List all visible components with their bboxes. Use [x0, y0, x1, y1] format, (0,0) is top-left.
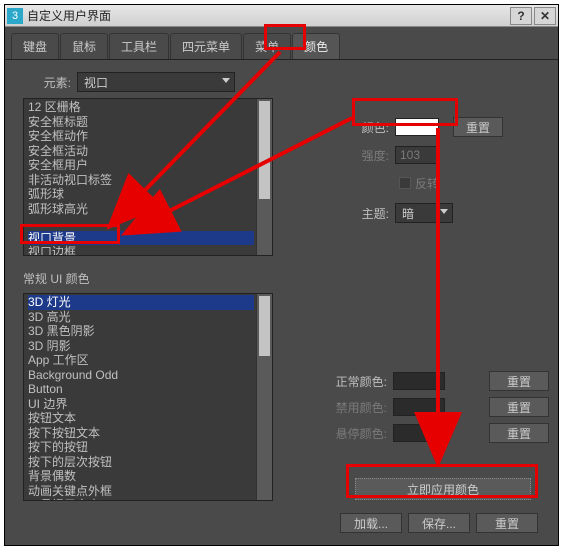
- theme-label: 主题:: [339, 205, 395, 222]
- list-item[interactable]: [28, 216, 254, 231]
- general-colors-label: 常规 UI 颜色: [23, 270, 540, 287]
- reset-button[interactable]: 重置: [476, 513, 538, 533]
- customize-ui-window: 3 自定义用户界面 ? ✕ 键盘 鼠标 工具栏 四元菜单 菜单 颜色 元素: 视…: [4, 4, 559, 546]
- app-icon: 3: [7, 8, 23, 24]
- elements-label: 元素:: [37, 74, 77, 91]
- color-label: 颜色:: [339, 119, 395, 136]
- theme-value: 暗: [402, 205, 414, 222]
- color-swatch[interactable]: [395, 118, 439, 136]
- list-item[interactable]: 安全框标题: [28, 115, 254, 130]
- tab-keyboard[interactable]: 键盘: [11, 33, 59, 59]
- list-item[interactable]: 按下的层次按钮: [28, 455, 254, 470]
- close-button[interactable]: ✕: [534, 7, 556, 25]
- list-item[interactable]: Button: [28, 382, 254, 397]
- hover-color-label: 悬停颜色:: [325, 425, 387, 442]
- tab-quadmenu[interactable]: 四元菜单: [170, 33, 242, 59]
- invert-label: 反转: [415, 175, 439, 192]
- help-button[interactable]: ?: [510, 7, 532, 25]
- disabled-color-label: 禁用颜色:: [325, 399, 387, 416]
- list-item[interactable]: 按钮文本: [28, 411, 254, 426]
- checkbox-icon: [399, 177, 411, 189]
- tab-toolbar[interactable]: 工具栏: [109, 33, 169, 59]
- list-item[interactable]: 弧形球: [28, 187, 254, 202]
- list-item[interactable]: 背景偶数: [28, 469, 254, 484]
- tab-bar: 键盘 鼠标 工具栏 四元菜单 菜单 颜色: [5, 27, 558, 60]
- normal-color-swatch[interactable]: [393, 372, 445, 390]
- list-item[interactable]: 动画关键点外框: [28, 484, 254, 499]
- scrollbar[interactable]: [256, 294, 272, 500]
- apply-colors-button[interactable]: 立即应用颜色: [355, 478, 531, 500]
- list-item[interactable]: 12 区栅格: [28, 100, 254, 115]
- color-reset-button[interactable]: 重置: [453, 117, 503, 137]
- intensity-spinner[interactable]: 103: [395, 146, 439, 164]
- tab-colors[interactable]: 颜色: [292, 33, 340, 59]
- normal-reset-button[interactable]: 重置: [489, 371, 549, 391]
- titlebar: 3 自定义用户界面 ? ✕: [5, 5, 558, 27]
- window-title: 自定义用户界面: [27, 7, 508, 24]
- list-item[interactable]: 按下按钮文本: [28, 426, 254, 441]
- save-button[interactable]: 保存...: [408, 513, 470, 533]
- list-item[interactable]: 非活动视口标签: [28, 173, 254, 188]
- theme-select[interactable]: 暗: [395, 203, 453, 223]
- tab-mouse[interactable]: 鼠标: [60, 33, 108, 59]
- invert-checkbox[interactable]: 反转: [399, 175, 439, 192]
- list-item[interactable]: 视口边框: [28, 245, 254, 256]
- general-colors-listbox[interactable]: 3D 灯光3D 高光3D 黑色阴影3D 阴影App 工作区Background …: [23, 293, 273, 501]
- list-item[interactable]: 安全框用户: [28, 158, 254, 173]
- scrollbar-thumb[interactable]: [259, 296, 270, 356]
- elements-select[interactable]: 视口: [77, 72, 235, 92]
- list-item[interactable]: 3D 灯光: [28, 295, 254, 310]
- elements-listbox[interactable]: 12 区栅格安全框标题安全框动作安全框活动安全框用户非活动视口标签弧形球弧形球高…: [23, 98, 273, 256]
- list-item[interactable]: 工具提示文本: [28, 498, 254, 501]
- elements-select-value: 视口: [84, 74, 108, 91]
- list-item[interactable]: App 工作区: [28, 353, 254, 368]
- intensity-label: 强度:: [339, 147, 395, 164]
- disabled-color-swatch[interactable]: [393, 398, 445, 416]
- list-item[interactable]: 3D 高光: [28, 310, 254, 325]
- tab-menu[interactable]: 菜单: [243, 33, 291, 59]
- list-item[interactable]: 3D 黑色阴影: [28, 324, 254, 339]
- list-item[interactable]: 弧形球高光: [28, 202, 254, 217]
- color-controls: 颜色: 重置 强度: 103 反转 主题: 暗: [339, 116, 549, 230]
- list-item[interactable]: 视口背景: [28, 231, 254, 246]
- load-button[interactable]: 加载...: [340, 513, 402, 533]
- list-item[interactable]: 按下的按钮: [28, 440, 254, 455]
- normal-color-label: 正常颜色:: [325, 373, 387, 390]
- chevron-down-icon: [440, 209, 448, 214]
- hover-reset-button[interactable]: 重置: [489, 423, 549, 443]
- bottom-buttons: 加载... 保存... 重置: [340, 513, 538, 533]
- content-area: 元素: 视口 12 区栅格安全框标题安全框动作安全框活动安全框用户非活动视口标签…: [5, 60, 558, 545]
- list-item[interactable]: 3D 阴影: [28, 339, 254, 354]
- list-item[interactable]: Background Odd: [28, 368, 254, 383]
- chevron-down-icon: [222, 78, 230, 83]
- hover-color-swatch[interactable]: [393, 424, 445, 442]
- list-item[interactable]: UI 边界: [28, 397, 254, 412]
- color-state-controls: 正常颜色: 重置 禁用颜色: 重置 悬停颜色: 重置: [325, 370, 549, 448]
- list-item[interactable]: 安全框活动: [28, 144, 254, 159]
- disabled-reset-button[interactable]: 重置: [489, 397, 549, 417]
- scrollbar[interactable]: [256, 99, 272, 255]
- list-item[interactable]: 安全框动作: [28, 129, 254, 144]
- scrollbar-thumb[interactable]: [259, 101, 270, 199]
